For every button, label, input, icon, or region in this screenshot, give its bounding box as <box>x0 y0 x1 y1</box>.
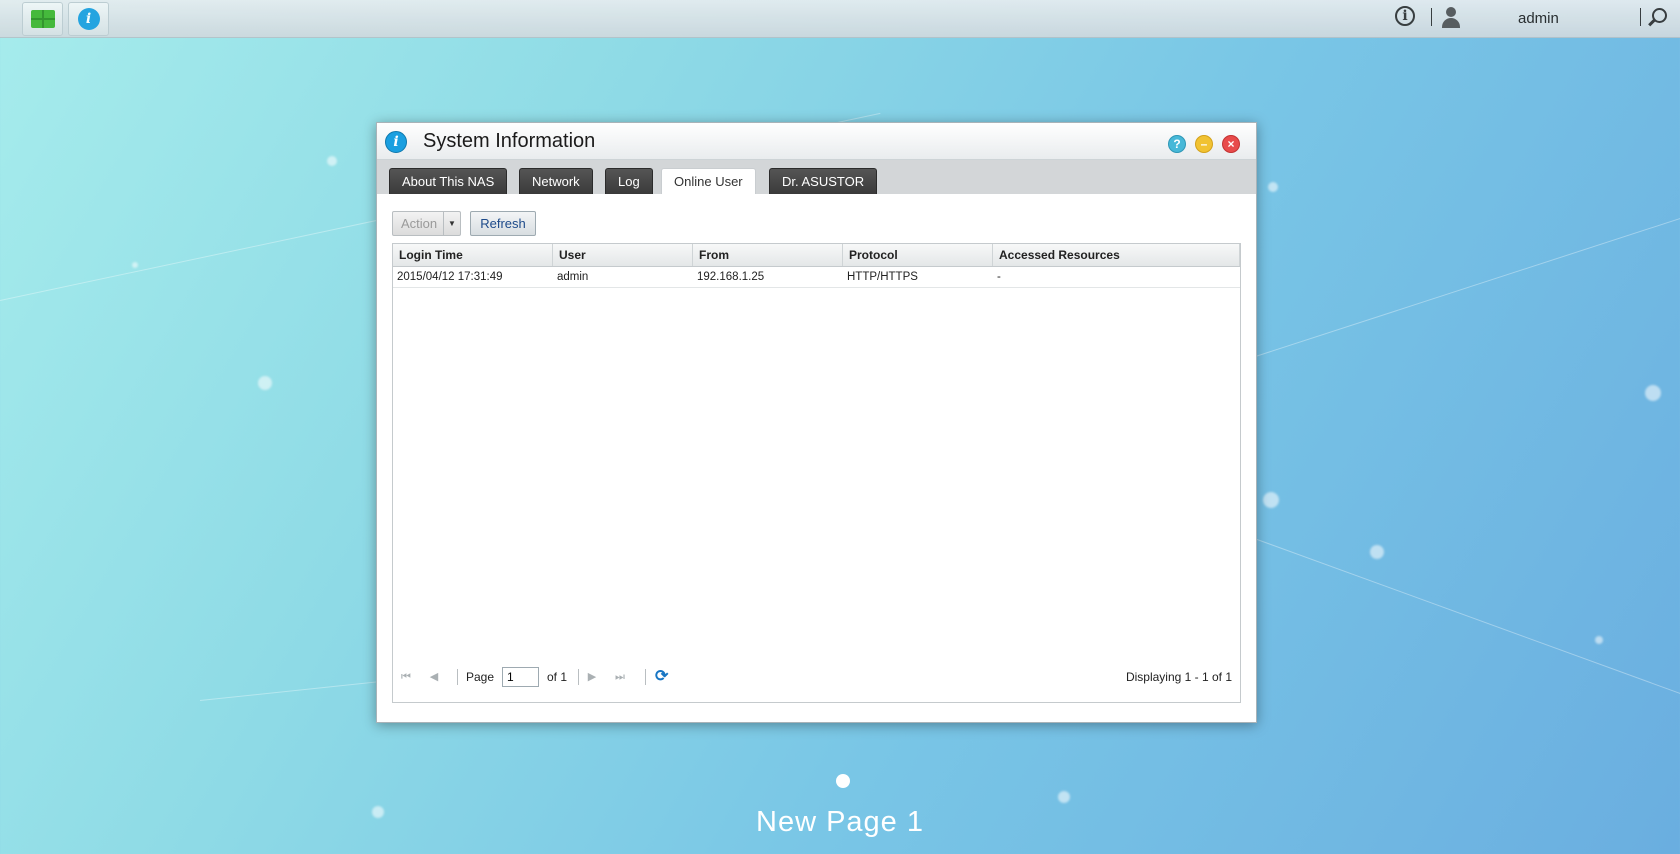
search-icon[interactable] <box>1647 8 1667 28</box>
action-label: Action <box>401 216 438 231</box>
cell-protocol: HTTP/HTTPS <box>847 271 918 283</box>
help-button[interactable]: ? <box>1168 135 1186 153</box>
taskbar-divider <box>1640 8 1641 26</box>
window-title: System Information <box>423 130 596 152</box>
close-button[interactable]: × <box>1222 135 1240 153</box>
tab-online-user[interactable]: Online User <box>661 168 756 194</box>
info-icon: i <box>77 8 100 30</box>
tab-about-this-nas[interactable]: About This NAS <box>389 168 508 194</box>
tab-network[interactable]: Network <box>519 168 593 194</box>
first-page-icon[interactable]: ⏮ <box>399 670 413 684</box>
next-page-icon[interactable]: ▶ <box>585 670 599 684</box>
pager-divider <box>645 669 646 685</box>
column-header-protocol[interactable]: Protocol <box>843 244 993 266</box>
cell-accessed-resources: - <box>997 271 1001 283</box>
refresh-icon[interactable]: ⟳ <box>655 669 671 685</box>
page-number-input[interactable] <box>502 667 539 687</box>
system-information-taskbar-button[interactable]: i <box>68 2 109 36</box>
page-count-label: of 1 <box>547 670 568 684</box>
table-row[interactable]: 2015/04/12 17:31:49 admin 192.168.1.25 H… <box>393 267 1240 288</box>
column-header-login-time[interactable]: Login Time <box>393 244 553 266</box>
page-label: Page <box>466 670 495 684</box>
grid-header: Login Time User From Protocol Accessed R… <box>393 244 1240 267</box>
pagination-bar: ⏮ ◀ Page of 1 ▶ ⏭ ⟳ Displaying 1 - 1 of … <box>393 664 1240 690</box>
chevron-down-icon[interactable]: ▼ <box>443 212 460 235</box>
online-user-grid: Login Time User From Protocol Accessed R… <box>392 243 1241 703</box>
page-indicator-dot[interactable] <box>836 774 850 788</box>
last-page-icon[interactable]: ⏭ <box>613 670 627 684</box>
system-information-window: i System Information ? – × About This NA… <box>376 122 1257 723</box>
apps-icon <box>30 10 55 28</box>
pager-divider <box>578 669 579 685</box>
cell-from: 192.168.1.25 <box>697 271 765 283</box>
apps-button[interactable] <box>22 2 63 36</box>
desktop-page-label: New Page 1 <box>756 806 924 838</box>
column-header-accessed-resources[interactable]: Accessed Resources <box>993 244 1240 266</box>
tab-log[interactable]: Log <box>605 168 653 194</box>
display-count: Displaying 1 - 1 of 1 <box>1125 670 1232 684</box>
tab-dr-asustor[interactable]: Dr. ASUSTOR <box>769 168 878 194</box>
column-header-from[interactable]: From <box>693 244 843 266</box>
previous-page-icon[interactable]: ◀ <box>427 670 441 684</box>
info-icon: i <box>385 131 407 153</box>
window-title-bar[interactable]: i System Information ? – × <box>377 123 1256 160</box>
cell-login-time: 2015/04/12 17:31:49 <box>397 271 503 283</box>
cell-user: admin <box>557 271 589 283</box>
about-icon[interactable]: i <box>1395 6 1415 26</box>
pager-divider <box>457 669 458 685</box>
column-header-user[interactable]: User <box>553 244 693 266</box>
tab-bar: About This NAS Network Log Online User D… <box>377 160 1256 194</box>
action-dropdown[interactable]: Action ▼ <box>392 211 461 236</box>
taskbar-divider <box>1431 8 1432 26</box>
minimize-button[interactable]: – <box>1195 135 1213 153</box>
refresh-button[interactable]: Refresh <box>470 211 536 236</box>
taskbar: i i admin <box>0 0 1680 38</box>
user-icon[interactable] <box>1440 6 1462 28</box>
user-name[interactable]: admin <box>1518 0 1559 37</box>
